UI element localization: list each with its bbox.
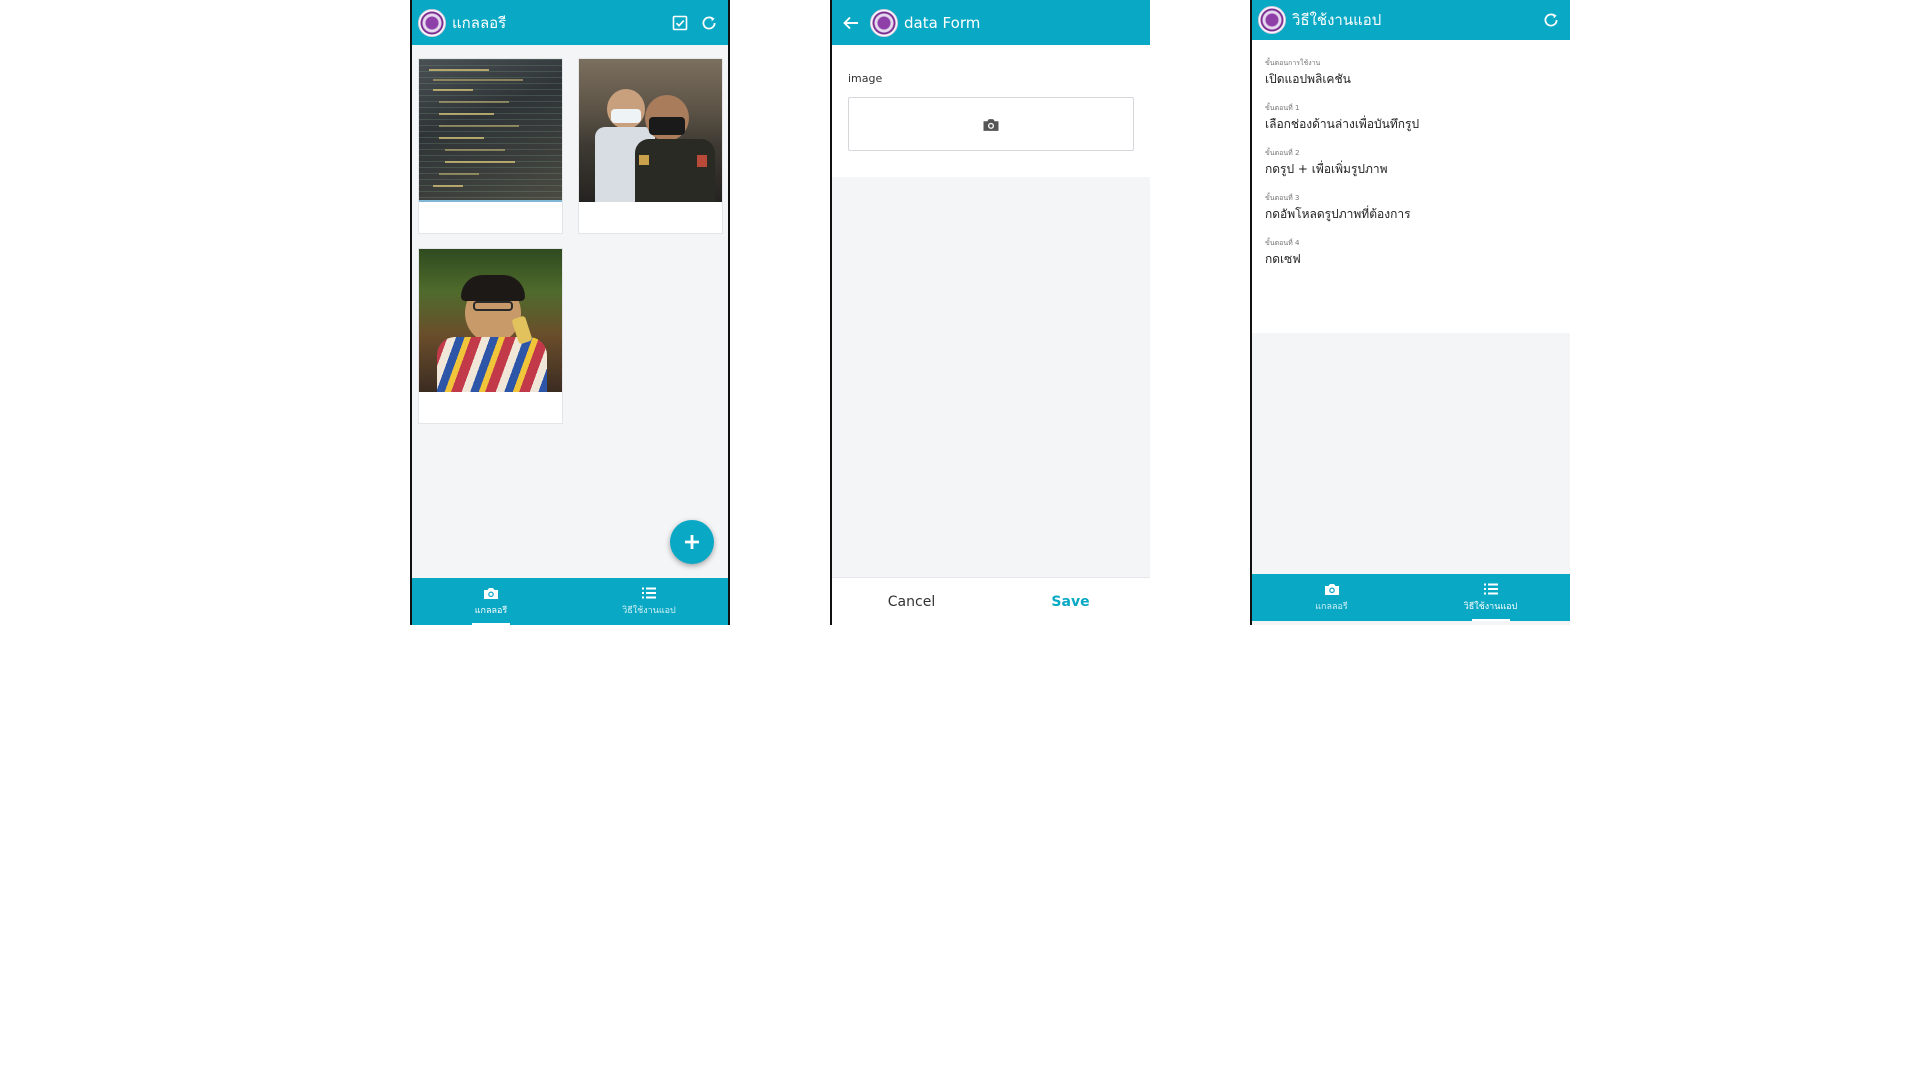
step-label: ขั้นตอนการใช้งาน (1265, 59, 1321, 67)
save-button[interactable]: Save (991, 578, 1150, 625)
tab-gallery[interactable]: แกลลอรี (412, 578, 570, 625)
list-icon (1483, 582, 1499, 596)
step-label: ขั้นตอนที่ 4 (1265, 239, 1300, 247)
tab-gallery-label: แกลลอรี (1315, 602, 1348, 612)
photo-child-selfie (419, 249, 562, 392)
page-title: data Form (904, 13, 981, 32)
page-title: แกลลอรี (452, 13, 507, 32)
tab-gallery[interactable]: แกลลอรี (1252, 574, 1411, 621)
refresh-icon[interactable] (700, 14, 718, 32)
list-icon (641, 586, 657, 600)
tab-howto[interactable]: วิธีใช้งานแอป (570, 578, 728, 625)
step-item: ขั้นตอนที่ 4 กดเซฟ (1265, 238, 1301, 269)
step-text: กดรูป + เพื่อเพิ่มรูปภาพ (1265, 162, 1388, 176)
add-photo-fab[interactable] (670, 520, 714, 564)
step-text: กดเซฟ (1265, 252, 1301, 266)
step-item: ขั้นตอนการใช้งาน เปิดแอปพลิเคชัน (1265, 58, 1351, 89)
camera-icon (483, 586, 499, 600)
steps-list: ขั้นตอนการใช้งาน เปิดแอปพลิเคชัน ขั้นตอน… (1252, 40, 1570, 333)
step-label: ขั้นตอนที่ 3 (1265, 194, 1300, 202)
camera-icon (982, 117, 1000, 132)
bottom-nav: แกลลอรี วิธีใช้งานแอป (1252, 574, 1570, 621)
gallery-app-bar: แกลลอรี (412, 0, 728, 45)
form-app-bar: data Form (832, 0, 1150, 45)
step-item: ขั้นตอนที่ 3 กดอัพโหลดรูปภาพที่ต้องการ (1265, 193, 1411, 224)
tab-gallery-label: แกลลอรี (474, 606, 508, 616)
camera-icon (1324, 582, 1340, 596)
tab-active-indicator (472, 623, 510, 625)
howto-app-bar: วิธีใช้งานแอป (1252, 0, 1570, 40)
tab-howto-label: วิธีใช้งานแอป (1463, 602, 1518, 612)
form-footer: Cancel Save (832, 577, 1150, 625)
step-label: ขั้นตอนที่ 2 (1265, 149, 1300, 157)
howto-screen: วิธีใช้งานแอป ขั้นตอนการใช้งาน เปิดแอปพล… (1250, 0, 1570, 625)
step-text: เลือกช่องด้านล่างเพื่อบันทึกรูป (1265, 117, 1420, 131)
refresh-icon[interactable] (1542, 11, 1560, 29)
back-arrow-icon[interactable] (842, 14, 860, 32)
form-screen: data Form image Cancel Save (830, 0, 1150, 625)
tab-active-indicator (1471, 619, 1510, 621)
photo-group-selfie (579, 59, 722, 202)
image-field-label: image (848, 72, 883, 85)
photo-card[interactable] (418, 248, 563, 424)
bottom-nav: แกลลอรี วิธีใช้งานแอป (412, 578, 728, 625)
app-logo (418, 8, 446, 37)
cancel-button[interactable]: Cancel (832, 578, 991, 625)
step-item: ขั้นตอนที่ 1 เลือกช่องด้านล่างเพื่อบันทึ… (1265, 103, 1419, 134)
step-text: กดอัพโหลดรูปภาพที่ต้องการ (1265, 207, 1411, 221)
photo-card[interactable] (418, 58, 563, 234)
checkbox-check-icon[interactable] (672, 15, 688, 31)
tab-howto[interactable]: วิธีใช้งานแอป (1411, 574, 1570, 621)
tab-howto-label: วิธีใช้งานแอป (622, 606, 676, 616)
photo-card[interactable] (578, 58, 723, 234)
step-item: ขั้นตอนที่ 2 กดรูป + เพื่อเพิ่มรูปภาพ (1265, 148, 1388, 179)
form-panel: image (832, 45, 1150, 177)
step-text: เปิดแอปพลิเคชัน (1265, 72, 1351, 86)
photo-code-screen (419, 59, 562, 202)
gallery-screen: แกลลอรี แกลลอรี วิธีใช้งานแอป (410, 0, 730, 625)
image-picker-field[interactable] (848, 97, 1134, 151)
step-label: ขั้นตอนที่ 1 (1265, 104, 1300, 112)
app-logo (1258, 6, 1286, 34)
page-title: วิธีใช้งานแอป (1292, 11, 1382, 29)
app-logo (870, 8, 898, 37)
plus-icon (683, 533, 701, 551)
